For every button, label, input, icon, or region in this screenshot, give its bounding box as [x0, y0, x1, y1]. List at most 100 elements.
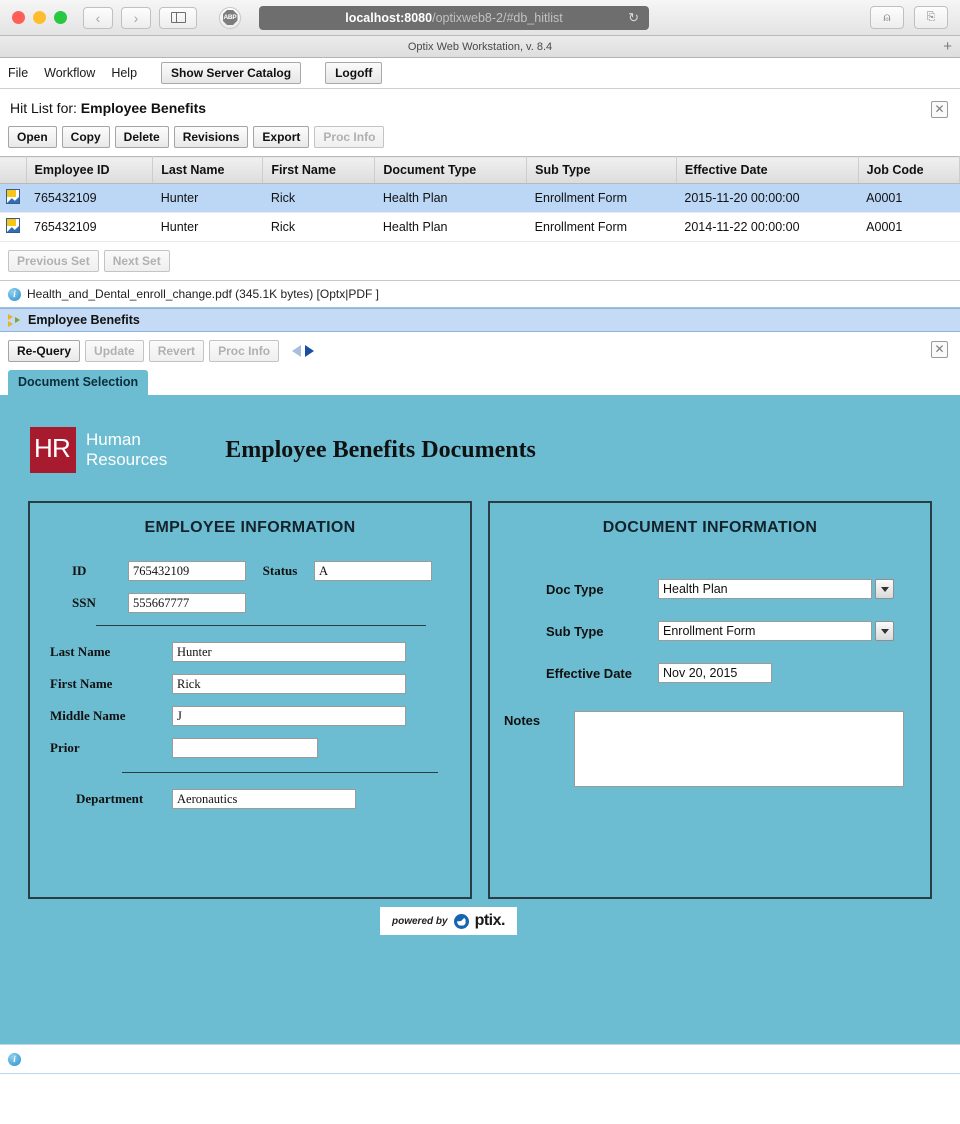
hr-logo-mark-icon: [30, 427, 76, 473]
table-row[interactable]: 765432109 Hunter Rick Health Plan Enroll…: [0, 212, 960, 242]
ssn-label: SSN: [72, 595, 96, 610]
sub-type-select[interactable]: Enrollment Form: [658, 621, 894, 641]
maximize-window-button[interactable]: [54, 11, 67, 24]
hit-list-pager: Previous Set Next Set: [0, 242, 960, 280]
next-set-button: Next Set: [103, 250, 170, 272]
powered-by-label: powered by: [392, 915, 448, 927]
copy-button[interactable]: Copy: [61, 126, 110, 148]
last-name-label: Last Name: [50, 644, 111, 659]
column-last-name[interactable]: Last Name: [152, 156, 264, 184]
hr-logo-text: Human Resources: [86, 430, 167, 469]
ssn-field[interactable]: 555667777: [128, 593, 246, 613]
previous-set-button: Previous Set: [8, 250, 99, 272]
notes-textarea[interactable]: [574, 711, 904, 787]
chevron-down-icon[interactable]: [875, 579, 894, 599]
hr-logo-line2: Resources: [86, 450, 168, 469]
field-row-id: ID 765432109 Status A: [44, 561, 456, 581]
sidebar-toggle-button[interactable]: [159, 6, 197, 29]
department-field[interactable]: Aeronautics: [172, 789, 356, 809]
window-controls[interactable]: [12, 11, 67, 24]
chevron-down-icon[interactable]: [875, 621, 894, 641]
adblock-extension-button[interactable]: ABP: [219, 6, 241, 29]
column-employee-id[interactable]: Employee ID: [26, 156, 154, 184]
status-field[interactable]: A: [314, 561, 432, 581]
hit-list-toolbar: Open Copy Delete Revisions Export Proc I…: [0, 126, 960, 156]
row-document-icon-cell[interactable]: [0, 212, 26, 242]
optix-brand-label: ptix.: [474, 912, 506, 929]
delete-button[interactable]: Delete: [114, 126, 169, 148]
document-form: Human Resources Employee Benefits Docume…: [0, 397, 960, 1044]
tab-document-selection[interactable]: Document Selection: [8, 370, 149, 395]
close-window-button[interactable]: [12, 11, 25, 24]
cell-document-type: Health Plan: [374, 212, 527, 242]
url-host: localhost:8080: [345, 10, 433, 25]
reload-icon[interactable]: ↻: [628, 10, 639, 26]
prior-field[interactable]: [172, 738, 318, 758]
column-sub-type[interactable]: Sub Type: [526, 156, 677, 184]
row-document-icon-cell[interactable]: [0, 183, 26, 213]
logoff-button[interactable]: Logoff: [325, 62, 383, 84]
cell-job-code: A0001: [858, 183, 960, 213]
cell-sub-type: Enrollment Form: [526, 183, 677, 213]
update-button: Update: [85, 340, 144, 362]
column-document-type[interactable]: Document Type: [374, 156, 528, 184]
minimize-window-button[interactable]: [33, 11, 46, 24]
field-row-notes: Notes: [504, 711, 916, 787]
first-name-field[interactable]: Rick: [172, 674, 406, 694]
employee-divider-top: [96, 625, 426, 626]
field-row-doc-type: Doc Type Health Plan: [504, 579, 916, 599]
middle-name-field[interactable]: J: [172, 706, 406, 726]
employee-divider-bottom: [122, 772, 438, 773]
export-button[interactable]: Export: [253, 126, 310, 148]
doc-type-select[interactable]: Health Plan: [658, 579, 894, 599]
menu-file[interactable]: File: [8, 66, 28, 80]
document-icon: [6, 189, 20, 204]
field-row-prior: Prior: [44, 738, 456, 758]
next-record-icon[interactable]: [305, 345, 315, 357]
column-effective-date[interactable]: Effective Date: [676, 156, 859, 184]
previous-record-icon: [292, 345, 302, 357]
show-server-catalog-button[interactable]: Show Server Catalog: [161, 62, 302, 84]
prior-label: Prior: [50, 740, 80, 755]
revisions-button[interactable]: Revisions: [173, 126, 249, 148]
hit-list-title-name: Employee Benefits: [80, 100, 207, 116]
id-field[interactable]: 765432109: [128, 561, 246, 581]
document-icon: [6, 218, 20, 233]
employee-card-title: EMPLOYEE INFORMATION: [144, 519, 356, 536]
new-tab-button[interactable]: +: [943, 38, 952, 55]
back-icon: ‹: [95, 9, 101, 26]
cell-first-name: Rick: [262, 212, 375, 242]
sub-type-value: Enrollment Form: [658, 621, 872, 641]
address-bar[interactable]: localhost:8080/optixweb8-2/#db_hitlist ↻: [259, 5, 649, 30]
share-icon: ⍝: [883, 10, 891, 24]
re-query-button[interactable]: Re-Query: [8, 340, 81, 362]
hit-list-table: Employee ID Last Name First Name Documen…: [0, 156, 960, 242]
menu-help[interactable]: Help: [111, 66, 137, 80]
back-button[interactable]: ‹: [83, 6, 113, 29]
browser-tab-strip: Optix Web Workstation, v. 8.4 +: [0, 36, 960, 58]
column-first-name[interactable]: First Name: [262, 156, 376, 184]
effective-date-field[interactable]: Nov 20, 2015: [658, 663, 772, 683]
form-header: Human Resources Employee Benefits Docume…: [0, 427, 960, 473]
cell-document-type: Health Plan: [374, 183, 527, 213]
column-job-code[interactable]: Job Code: [858, 156, 960, 184]
doc-type-label: Doc Type: [546, 581, 604, 597]
document-panel-title: Employee Benefits: [28, 313, 140, 327]
proc-info-button: Proc Info: [314, 126, 385, 148]
show-tabs-button[interactable]: ⎘: [914, 6, 948, 29]
table-row[interactable]: 765432109 Hunter Rick Health Plan Enroll…: [0, 183, 960, 213]
hit-list-close-button[interactable]: ✕: [931, 101, 948, 118]
menu-workflow[interactable]: Workflow: [44, 66, 95, 80]
field-row-ssn: SSN 555667777: [44, 593, 456, 613]
forward-button[interactable]: ›: [121, 6, 151, 29]
abp-icon: ABP: [222, 10, 238, 25]
effective-date-label: Effective Date: [546, 665, 632, 681]
tabs-icon: ⎘: [926, 11, 936, 23]
document-panel-close-button[interactable]: ✕: [931, 341, 948, 358]
last-name-field[interactable]: Hunter: [172, 642, 406, 662]
open-button[interactable]: Open: [8, 126, 57, 148]
hr-logo: Human Resources: [30, 427, 167, 473]
share-button[interactable]: ⍝: [870, 6, 904, 29]
document-panel-header: Employee Benefits: [0, 308, 960, 332]
powered-by-optix-badge: powered by ptix.: [380, 907, 517, 935]
